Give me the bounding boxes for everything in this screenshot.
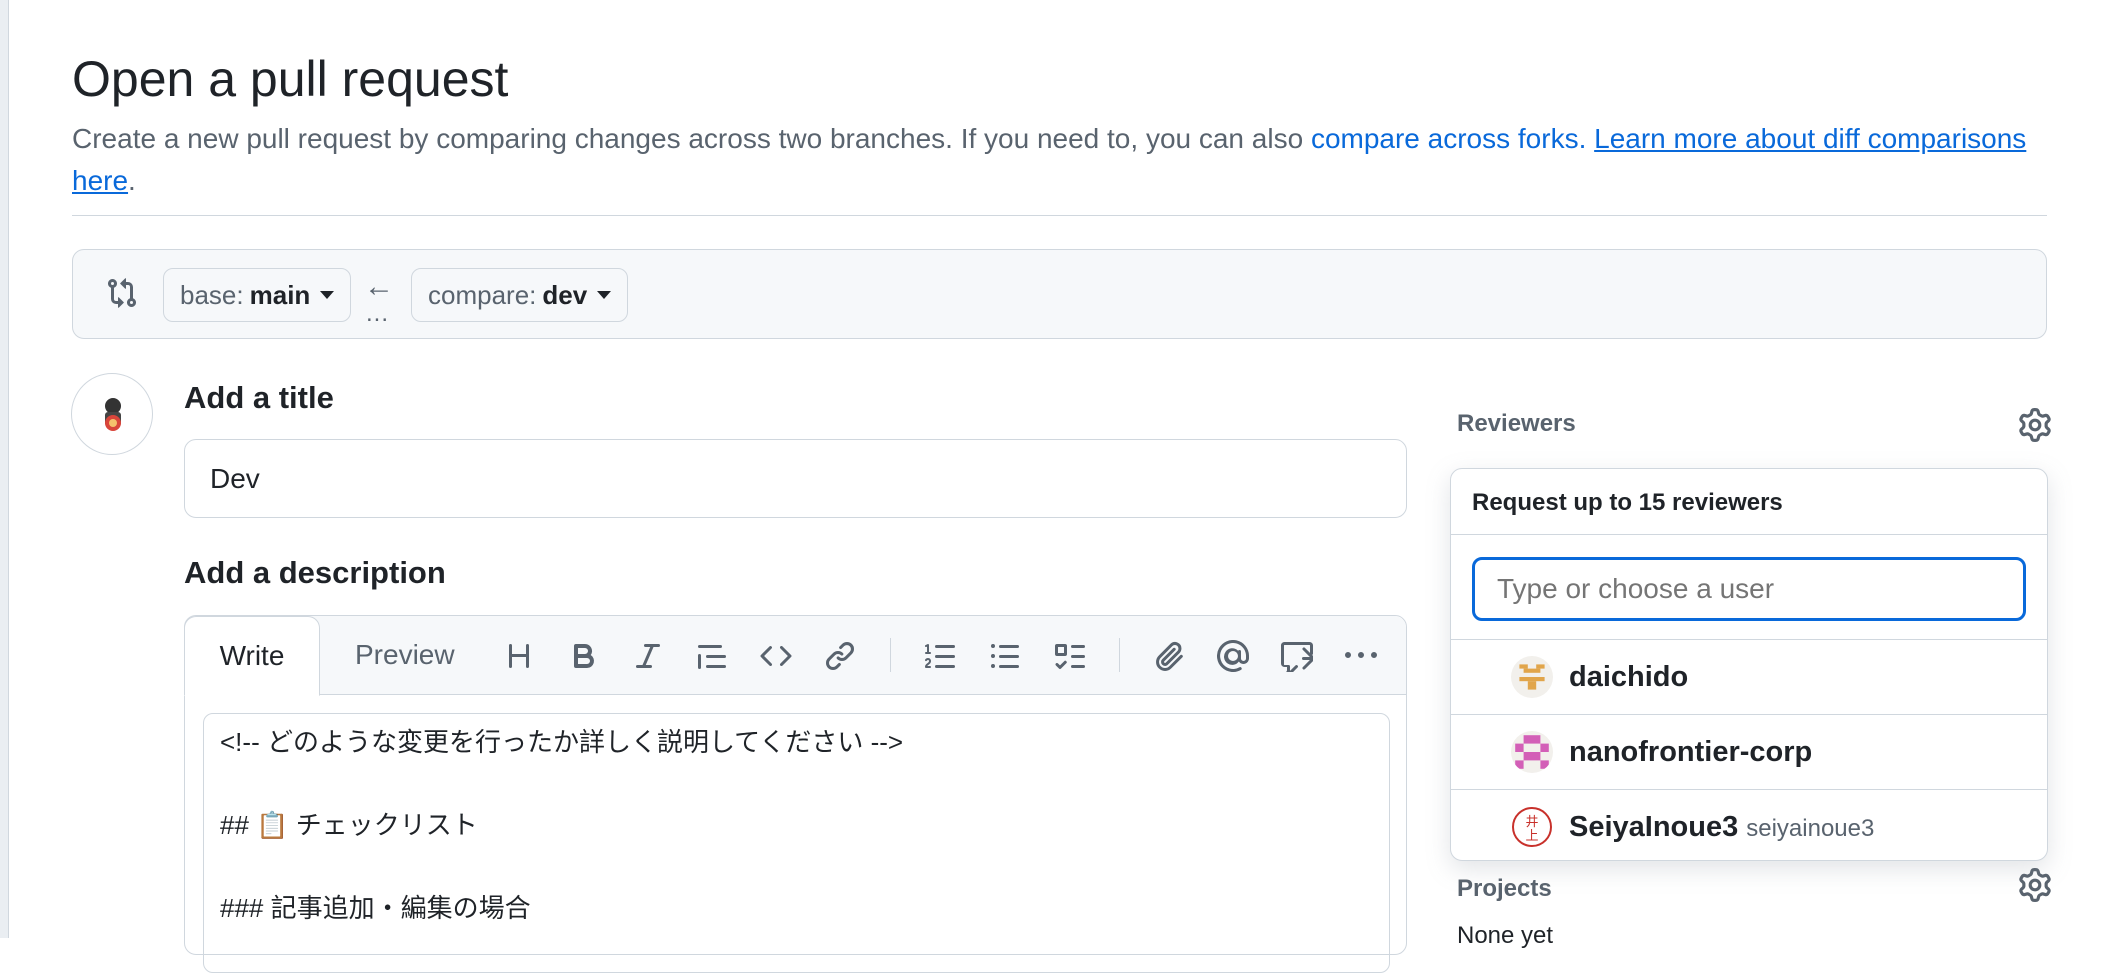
bulleted-list-icon[interactable] (989, 640, 1021, 672)
task-list-icon[interactable] (1053, 640, 1085, 672)
description-line: <!-- どのような変更を行ったか詳しく説明してください --> (220, 727, 904, 757)
range-dots: ... (366, 300, 390, 327)
header-divider (72, 215, 2047, 216)
projects-label: Projects (1457, 875, 1552, 902)
compare-branch-label: compare: (428, 279, 537, 310)
numbered-list-icon[interactable] (925, 640, 957, 672)
projects-gear-icon[interactable] (2018, 868, 2052, 902)
page-title: Open a pull request (72, 51, 509, 107)
author-avatar (71, 373, 153, 455)
mention-icon[interactable] (1217, 640, 1249, 672)
description-line: ### 記事追加・編集の場合 (220, 893, 531, 923)
author-avatar-image (105, 398, 121, 431)
compare-forks-link[interactable]: compare across forks. (1311, 123, 1586, 154)
projects-value: None yet (1457, 922, 1554, 949)
reviewers-label: Reviewers (1457, 410, 1576, 437)
reviewer-popover: Request up to 15 reviewers daichido nano… (1450, 468, 2048, 861)
bold-icon[interactable] (568, 640, 600, 672)
reviewer-display-name: SeiyaInoue3 (1569, 810, 1739, 843)
title-input[interactable]: Dev (184, 439, 1407, 518)
subtitle-period: . (128, 165, 136, 196)
tab-write[interactable]: Write (184, 616, 320, 696)
base-branch-button[interactable]: base: main (163, 268, 352, 322)
quote-icon[interactable] (696, 640, 728, 672)
left-panel-edge (0, 0, 9, 938)
code-icon[interactable] (760, 640, 792, 672)
svg-text:上: 上 (1525, 829, 1538, 844)
svg-text:井: 井 (1525, 815, 1538, 830)
description-textarea[interactable]: <!-- どのような変更を行ったか詳しく説明してください --> ​ ## 📋 チェ… (203, 713, 1390, 973)
reviewer-name: daichido (1569, 660, 1689, 693)
page-subtitle: Create a new pull request by comparing c… (72, 118, 2052, 202)
reviewer-login: seiyainoue3 (1746, 814, 1875, 842)
toolbar-separator (890, 638, 891, 672)
reviewer-name: SeiyaInoue3 seiyainoue3 (1569, 811, 1874, 844)
description-line: ## 📋 チェックリスト (220, 810, 478, 840)
popover-divider (1451, 534, 2047, 535)
heading-icon[interactable] (503, 640, 535, 672)
more-icon[interactable] (1345, 640, 1377, 672)
tab-preview[interactable]: Preview (355, 616, 455, 694)
description-line: ​ (220, 847, 1373, 889)
toolbar-separator (1119, 638, 1120, 672)
user-avatar (1511, 731, 1553, 773)
reviewer-option-daichido[interactable]: daichido (1451, 640, 2047, 714)
user-avatar (1511, 656, 1553, 698)
subtitle-text: Create a new pull request by comparing c… (72, 123, 1311, 154)
compare-branch-button[interactable]: compare: dev (411, 268, 629, 322)
description-label: Add a description (184, 555, 446, 590)
reviewer-popover-title: Request up to 15 reviewers (1472, 489, 1783, 516)
user-avatar: 井 上 (1512, 807, 1552, 847)
arrow-left-icon: ← (364, 270, 394, 303)
compare-branch-value: dev (542, 279, 588, 310)
link-icon[interactable] (824, 640, 856, 672)
base-branch-value: main (249, 279, 311, 310)
chevron-down-icon (320, 291, 335, 299)
attach-icon[interactable] (1153, 640, 1185, 672)
reference-icon[interactable] (1281, 640, 1313, 672)
reviewer-option-nanofrontier-corp[interactable]: nanofrontier-corp (1451, 715, 2047, 789)
base-branch-label: base: (180, 279, 244, 310)
reviewer-option-seiyainoue3[interactable]: 井 上 SeiyaInoue3 seiyainoue3 (1451, 790, 2047, 860)
reviewer-name: nanofrontier-corp (1569, 735, 1813, 768)
compare-branches-icon (108, 278, 137, 308)
italic-icon[interactable] (632, 640, 664, 672)
reviewers-gear-icon[interactable] (2018, 408, 2052, 442)
description-editor: Write Preview <!-- どのような変更を行ったか詳しく説明してくだ… (184, 615, 1407, 973)
editor-toolbar: Write Preview (184, 616, 1406, 696)
description-line: ​ (220, 764, 1373, 806)
reviewer-search-input[interactable] (1472, 557, 2026, 621)
chevron-down-icon (597, 291, 612, 299)
title-label: Add a title (184, 380, 334, 415)
